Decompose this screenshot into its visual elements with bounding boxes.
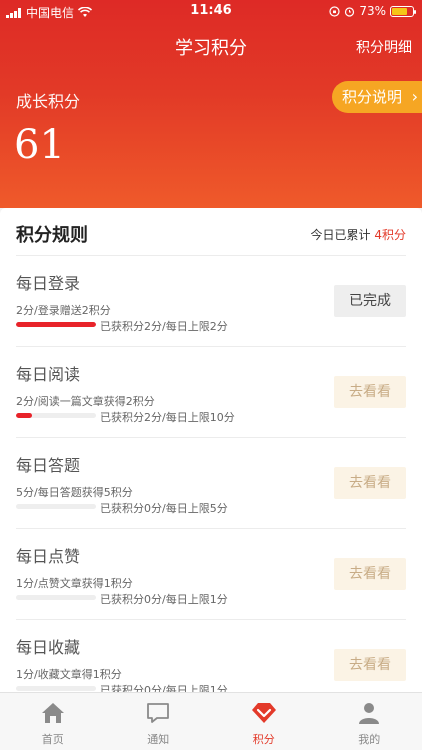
rule-title: 每日点赞	[16, 547, 81, 566]
rule-item-favorite: 每日收藏 1分/收藏文章得1积分 已获积分0分/每日上限1分 去看看	[16, 620, 406, 692]
tab-notice[interactable]: 通知	[106, 693, 212, 750]
points-explain-label: 积分说明	[341, 88, 402, 106]
growth-points-label: 成长积分	[16, 92, 81, 111]
battery-icon	[390, 5, 416, 17]
rule-title: 每日收藏	[16, 638, 81, 657]
person-icon	[359, 703, 380, 724]
rules-title: 积分规则	[16, 225, 88, 246]
rule-progress-bar	[16, 686, 96, 691]
rule-progress-text: 已获积分0分/每日上限5分	[100, 502, 228, 515]
rule-title: 每日阅读	[16, 365, 81, 384]
rule-action-button[interactable]: 去看看	[334, 558, 406, 590]
rule-item-like: 每日点赞 1分/点赞文章获得1积分 已获积分0分/每日上限1分 去看看	[16, 529, 406, 620]
rule-progress-bar	[16, 504, 96, 509]
rule-progress-text: 已获积分2分/每日上限10分	[100, 411, 235, 424]
tab-points[interactable]: 积分	[211, 693, 317, 750]
rotation-lock-icon	[329, 5, 340, 17]
tab-home[interactable]: 首页	[0, 693, 106, 750]
rule-desc: 2分/阅读一篇文章获得2积分	[16, 395, 155, 408]
rule-desc: 5分/每日答题获得5积分	[16, 486, 133, 499]
today-total: 今日已累计 4积分	[311, 226, 406, 243]
alarm-icon	[345, 6, 355, 17]
rule-title: 每日登录	[16, 274, 81, 293]
rule-action-button[interactable]: 去看看	[334, 467, 406, 499]
tab-bar: 首页 通知 积分 我的	[0, 692, 422, 750]
diamond-icon	[251, 703, 276, 723]
rule-progress-text: 已获积分0分/每日上限1分	[100, 593, 228, 606]
tab-label: 首页	[41, 733, 64, 746]
tab-mine[interactable]: 我的	[317, 693, 422, 750]
rule-progress-bar	[16, 413, 96, 418]
rule-desc: 1分/点赞文章获得1积分	[16, 577, 133, 590]
message-icon	[147, 703, 170, 723]
tab-label: 通知	[147, 733, 170, 746]
status-bar: 中国电信 11:46 73%	[0, 0, 422, 24]
tab-label: 我的	[358, 733, 381, 746]
rule-item-login: 每日登录 2分/登录赠送2积分 已获积分2分/每日上限2分 已完成	[16, 256, 406, 347]
rule-item-quiz: 每日答题 5分/每日答题获得5积分 已获积分0分/每日上限5分 去看看	[16, 438, 406, 529]
rule-progress-bar	[16, 322, 96, 327]
growth-points-value: 61	[14, 122, 65, 168]
tab-label: 积分	[252, 733, 275, 746]
rules-panel: 积分规则 今日已累计 4积分 每日登录 2分/登录赠送2积分 已获积分2分/每日…	[0, 208, 422, 692]
rules-header: 积分规则 今日已累计 4积分	[16, 208, 406, 256]
rule-progress-text: 已获积分0分/每日上限1分	[100, 684, 228, 692]
rule-item-read: 每日阅读 2分/阅读一篇文章获得2积分 已获积分2分/每日上限10分 去看看	[16, 347, 406, 438]
today-total-value: 4积分	[374, 228, 406, 242]
rule-action-button[interactable]: 去看看	[334, 649, 406, 681]
rule-progress-bar	[16, 595, 96, 600]
points-explain-button[interactable]: 积分说明 ›	[331, 81, 422, 113]
today-total-label: 今日已累计	[310, 228, 375, 242]
rule-title: 每日答题	[16, 456, 81, 475]
rule-desc: 1分/收藏文章得1积分	[16, 668, 122, 681]
rule-desc: 2分/登录赠送2积分	[16, 304, 111, 317]
battery-percent: 73%	[359, 4, 386, 18]
header: 中国电信 11:46 73% 学习积分 积分明细 成长积分 61 积分说明 ›	[0, 0, 422, 208]
points-detail-link[interactable]: 积分明细	[356, 37, 412, 57]
chevron-right-icon: ›	[411, 87, 418, 106]
rule-action-button[interactable]: 已完成	[334, 285, 406, 317]
home-icon	[41, 703, 64, 723]
rule-progress-text: 已获积分2分/每日上限2分	[100, 320, 228, 333]
rule-action-button[interactable]: 去看看	[334, 376, 406, 408]
